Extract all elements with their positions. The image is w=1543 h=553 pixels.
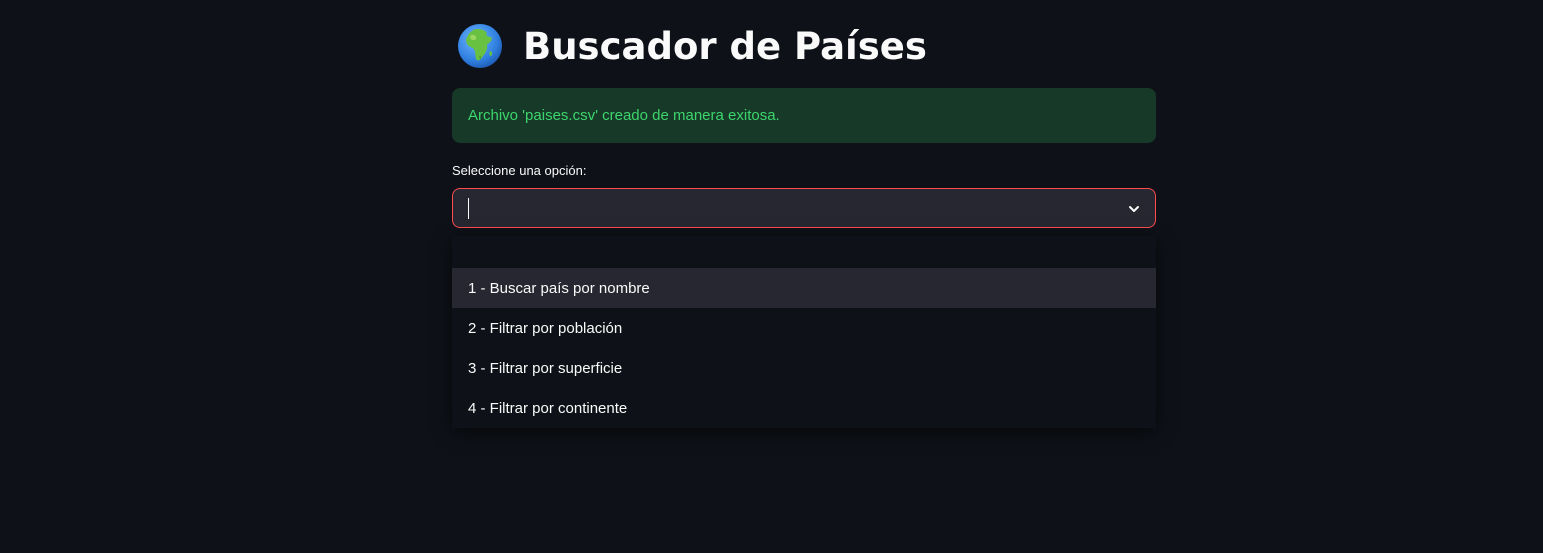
success-alert: Archivo 'paises.csv' creado de manera ex…: [452, 88, 1156, 143]
page-title: Buscador de Países: [523, 24, 927, 68]
option-select[interactable]: [452, 188, 1156, 228]
select-option[interactable]: 1 - Buscar país por nombre: [452, 268, 1156, 308]
page-header: Buscador de Países: [457, 20, 927, 72]
select-option[interactable]: 2 - Filtrar por población: [452, 308, 1156, 348]
select-dropdown-menu: 1 - Buscar país por nombre 2 - Filtrar po…: [452, 236, 1156, 428]
success-alert-message: Archivo 'paises.csv' creado de manera ex…: [468, 107, 780, 124]
select-option[interactable]: 4 - Filtrar por continente: [452, 388, 1156, 428]
chevron-down-icon[interactable]: [1127, 202, 1141, 216]
globe-africa-icon: [458, 24, 502, 68]
text-cursor: [468, 198, 469, 219]
select-label: Seleccione una opción:: [452, 163, 587, 178]
select-option[interactable]: 3 - Filtrar por superficie: [452, 348, 1156, 388]
option-list: 1 - Buscar país por nombre 2 - Filtrar po…: [452, 268, 1156, 428]
